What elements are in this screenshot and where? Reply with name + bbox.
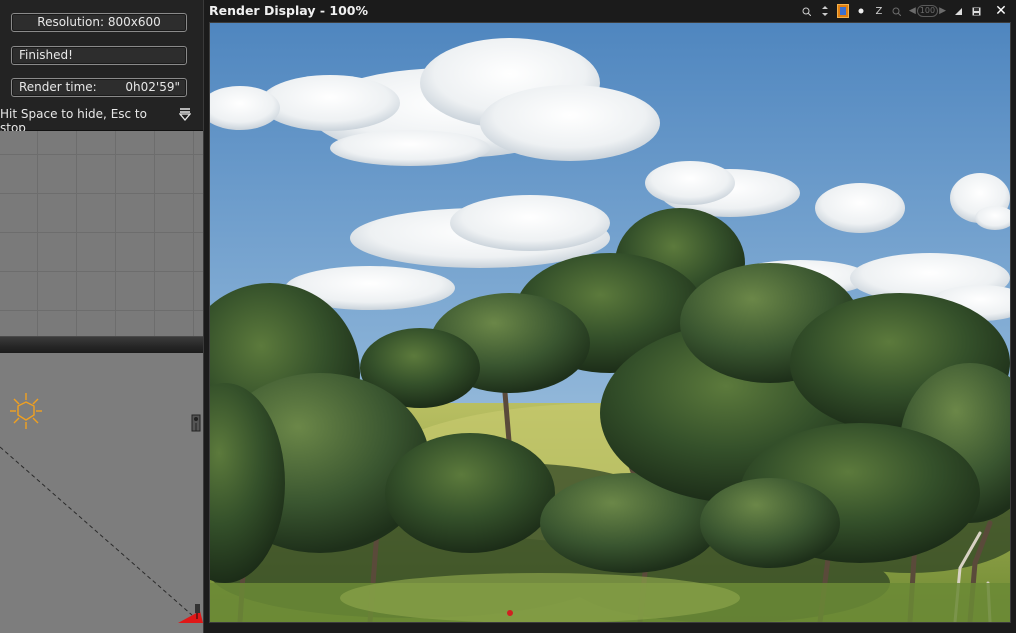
- zoom-fit-icon[interactable]: [891, 4, 903, 18]
- bottom-viewport[interactable]: [0, 353, 203, 633]
- z-depth-icon[interactable]: Z: [873, 4, 885, 18]
- sun-light-icon[interactable]: [10, 393, 42, 429]
- render-state-text: Finished!: [19, 48, 73, 62]
- zoom-in-icon[interactable]: [801, 4, 813, 18]
- camera-icon[interactable]: [191, 414, 201, 432]
- zoom-arrows-icon[interactable]: ◀ 100 ▶: [909, 5, 946, 17]
- save-icon[interactable]: [970, 4, 982, 18]
- render-state-field: Finished!: [11, 46, 187, 65]
- render-display-window: Render Display - 100% Z ◀ 100 ▶ ✕: [203, 0, 1016, 633]
- render-status-panel: Resolution: 800x600 Finished! Render tim…: [0, 0, 203, 135]
- title-bar[interactable]: Render Display - 100% Z ◀ 100 ▶ ✕: [204, 0, 1016, 22]
- viewport-divider[interactable]: [0, 336, 203, 354]
- pan-icon[interactable]: [819, 4, 831, 18]
- render-toolbar: Z ◀ 100 ▶ ✕: [801, 3, 1008, 19]
- close-icon[interactable]: ✕: [994, 3, 1008, 19]
- render-time-value: 0h02'59": [125, 80, 180, 94]
- alpha-channel-icon[interactable]: [836, 4, 849, 18]
- render-time-field: Render time: 0h02'59": [11, 78, 187, 97]
- menu-arrow-icon[interactable]: [178, 107, 192, 122]
- resolution-text: Resolution: 800x600: [37, 15, 161, 29]
- hint-row: Hit Space to hide, Esc to stop: [0, 104, 203, 135]
- zoom-right-arrow-icon[interactable]: ▶: [939, 6, 946, 16]
- top-viewport-grid[interactable]: [0, 131, 203, 336]
- zoom-value: 100: [916, 5, 939, 17]
- sharpen-icon[interactable]: [952, 4, 964, 18]
- dot-icon[interactable]: [855, 4, 867, 18]
- window-title: Render Display - 100%: [209, 3, 368, 18]
- render-image: [209, 22, 1011, 623]
- left-panel: Resolution: 800x600 Finished! Render tim…: [0, 0, 203, 633]
- zoom-left-arrow-icon[interactable]: ◀: [909, 6, 916, 16]
- render-time-label: Render time:: [19, 80, 97, 94]
- resolution-field: Resolution: 800x600: [11, 13, 187, 32]
